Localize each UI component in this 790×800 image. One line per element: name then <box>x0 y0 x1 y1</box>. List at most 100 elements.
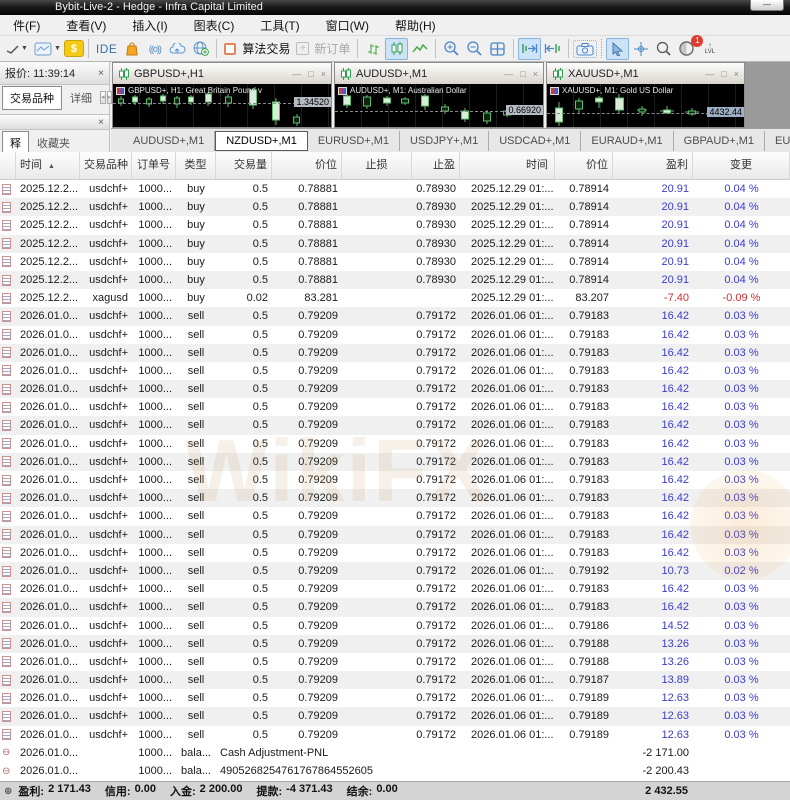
cloud-button[interactable] <box>166 38 189 60</box>
chart-window-xauusd[interactable]: XAUUSD+,M1 — □ × XAUUSD+, M1: Gold US Do… <box>546 62 745 128</box>
table-row[interactable]: 2026.01.0... usdchf+ 1000... sell 0.5 0.… <box>0 726 790 744</box>
header-order[interactable]: 订单号 <box>132 152 176 179</box>
menu-file[interactable]: 件(F) <box>0 15 53 36</box>
header-change[interactable]: 变更 <box>693 152 790 179</box>
expand-plus-icon[interactable]: ⊕ <box>4 786 12 797</box>
tile-windows-button[interactable] <box>486 38 509 60</box>
table-row[interactable]: 2026.01.0... usdchf+ 1000... sell 0.5 0.… <box>0 562 790 580</box>
tab-usdjpy[interactable]: USDJPY+,M1 <box>400 131 489 151</box>
header-open-time[interactable]: 时间▲ <box>16 152 80 179</box>
chart-plot[interactable]: AUDUSD+, M1: Australian Dollar 0.66920 <box>335 84 543 127</box>
bar-chart-button[interactable] <box>362 38 385 60</box>
line-chart-button[interactable] <box>408 38 431 60</box>
auto-scroll-button[interactable] <box>518 38 541 60</box>
chart-window-gbpusd[interactable]: GBPUSD+,H1 — □ × GBPUSD+, H1: Great Brit… <box>112 62 332 128</box>
tab-audusd[interactable]: AUDUSD+,M1 <box>123 131 215 151</box>
minimize-icon[interactable]: — <box>504 69 513 79</box>
tab-gbpaud[interactable]: GBPAUD+,M1 <box>674 131 765 151</box>
table-row[interactable]: 2026.01.0... usdchf+ 1000... sell 0.5 0.… <box>0 416 790 434</box>
community-button[interactable] <box>189 38 212 60</box>
minimize-icon[interactable]: — <box>705 69 714 79</box>
table-row[interactable]: 2026.01.0... usdchf+ 1000... sell 0.5 0.… <box>0 435 790 453</box>
table-row[interactable]: 2025.12.2... xagusd 1000... buy 0.02 83.… <box>0 289 790 307</box>
header-profit[interactable]: 盈利 <box>613 152 693 179</box>
tab-navigator-common[interactable]: 释 <box>2 131 29 155</box>
table-row[interactable]: 2025.12.2... usdchf+ 1000... buy 0.5 0.7… <box>0 253 790 271</box>
table-row[interactable]: 2025.12.2... usdchf+ 1000... buy 0.5 0.7… <box>0 235 790 253</box>
menu-help[interactable]: 帮助(H) <box>382 15 449 36</box>
chart-titlebar[interactable]: GBPUSD+,H1 — □ × <box>113 63 331 84</box>
notifications-button[interactable]: 1 <box>675 38 698 60</box>
table-row[interactable]: 2025.12.2... usdchf+ 1000... buy 0.5 0.7… <box>0 271 790 289</box>
table-row[interactable]: 2026.01.0... usdchf+ 1000... sell 0.5 0.… <box>0 526 790 544</box>
table-row[interactable]: 2026.01.0... usdchf+ 1000... sell 0.5 0.… <box>0 635 790 653</box>
screenshot-button[interactable] <box>573 40 597 58</box>
table-row[interactable]: 2026.01.0... usdchf+ 1000... sell 0.5 0.… <box>0 689 790 707</box>
ide-button[interactable]: IDE <box>93 38 121 60</box>
header-price[interactable]: 价位 <box>272 152 342 179</box>
chart-plot[interactable]: GBPUSD+, H1: Great Britain Pound v <box>113 84 331 127</box>
signal-button[interactable]: ((o)) <box>143 38 166 60</box>
table-row[interactable]: 2026.01.0... usdchf+ 1000... sell 0.5 0.… <box>0 307 790 325</box>
menu-window[interactable]: 窗口(W) <box>313 15 382 36</box>
scroll-left-icon[interactable]: ◂ <box>100 91 106 104</box>
cursor-button[interactable] <box>606 38 629 60</box>
header-stop-loss[interactable]: 止损 <box>342 152 412 179</box>
new-order-button[interactable]: + 新订单 <box>293 38 353 60</box>
candlestick-chart-button[interactable] <box>385 38 408 60</box>
chart-window-audusd[interactable]: AUDUSD+,M1 — □ × AUDUSD+, M1: Australian… <box>334 62 544 128</box>
window-minimize-button[interactable]: — <box>750 0 784 11</box>
header-symbol[interactable]: 交易品种 <box>80 152 132 179</box>
table-row[interactable]: 2026.01.0... usdchf+ 1000... sell 0.5 0.… <box>0 471 790 489</box>
chart-profile-dropdown[interactable]: ▼ <box>31 38 64 60</box>
menu-insert[interactable]: 插入(I) <box>119 15 180 36</box>
tab-eurnzd[interactable]: EURN <box>765 131 790 151</box>
balance-row[interactable]: ⊖ 2026.01.0... 1000... bala... Cash Adju… <box>0 744 790 763</box>
table-row[interactable]: 2026.01.0... usdchf+ 1000... sell 0.5 0.… <box>0 544 790 562</box>
zoom-in-button[interactable] <box>440 38 463 60</box>
crosshair-button[interactable] <box>629 38 652 60</box>
tab-nzdusd[interactable]: NZDUSD+,M1 <box>215 131 308 151</box>
table-row[interactable]: 2026.01.0... usdchf+ 1000... sell 0.5 0.… <box>0 489 790 507</box>
menu-charts[interactable]: 图表(C) <box>181 15 248 36</box>
chart-plot[interactable]: XAUUSD+, M1: Gold US Dollar 4432.44 <box>547 84 744 127</box>
close-icon[interactable]: × <box>321 69 326 79</box>
table-row[interactable]: 2026.01.0... usdchf+ 1000... sell 0.5 0.… <box>0 398 790 416</box>
tab-favorites[interactable]: 收藏夹 <box>30 132 77 154</box>
table-row[interactable]: 2026.01.0... usdchf+ 1000... sell 0.5 0.… <box>0 653 790 671</box>
table-row[interactable]: 2025.12.2... usdchf+ 1000... buy 0.5 0.7… <box>0 180 790 198</box>
close-icon[interactable]: × <box>734 69 739 79</box>
table-row[interactable]: 2026.01.0... usdchf+ 1000... sell 0.5 0.… <box>0 380 790 398</box>
header-type[interactable]: 类型 <box>176 152 216 179</box>
algo-trading-toggle[interactable]: 算法交易 <box>221 38 293 60</box>
table-row[interactable]: 2026.01.0... usdchf+ 1000... sell 0.5 0.… <box>0 344 790 362</box>
table-row[interactable]: 2026.01.0... usdchf+ 1000... sell 0.5 0.… <box>0 617 790 635</box>
header-take-profit[interactable]: 止盈 <box>412 152 460 179</box>
table-row[interactable]: 2025.12.2... usdchf+ 1000... buy 0.5 0.7… <box>0 216 790 234</box>
close-icon[interactable]: × <box>98 117 104 128</box>
tab-usdcad[interactable]: USDCAD+,M1 <box>489 131 581 151</box>
dollar-coin-button[interactable]: $ <box>64 40 84 57</box>
table-row[interactable]: 2025.12.2... usdchf+ 1000... buy 0.5 0.7… <box>0 198 790 216</box>
tab-euraud[interactable]: EURAUD+,M1 <box>581 131 673 151</box>
close-icon[interactable]: × <box>98 68 104 79</box>
market-button[interactable] <box>120 38 143 60</box>
table-row[interactable]: 2026.01.0... usdchf+ 1000... sell 0.5 0.… <box>0 580 790 598</box>
chart-titlebar[interactable]: XAUUSD+,M1 — □ × <box>547 63 744 84</box>
tab-eurusd[interactable]: EURUSD+,M1 <box>308 131 400 151</box>
table-row[interactable]: 2026.01.0... usdchf+ 1000... sell 0.5 0.… <box>0 507 790 525</box>
zoom-out-button[interactable] <box>463 38 486 60</box>
table-row[interactable]: 2026.01.0... usdchf+ 1000... sell 0.5 0.… <box>0 671 790 689</box>
header-close-price[interactable]: 价位 <box>555 152 613 179</box>
chart-shift-button[interactable] <box>541 38 564 60</box>
header-close-time[interactable]: 时间 <box>460 152 555 179</box>
table-row[interactable]: 2026.01.0... usdchf+ 1000... sell 0.5 0.… <box>0 453 790 471</box>
menu-tools[interactable]: 工具(T) <box>247 15 312 36</box>
line-style-dropdown[interactable]: ▼ <box>3 38 31 60</box>
balance-row[interactable]: ⊖ 2026.01.0... 1000... bala... 490526825… <box>0 762 790 781</box>
menu-view[interactable]: 查看(V) <box>53 15 119 36</box>
maximize-icon[interactable]: □ <box>721 69 726 79</box>
tab-symbols[interactable]: 交易品种 <box>2 86 62 110</box>
minimize-icon[interactable]: — <box>292 69 301 79</box>
table-row[interactable]: 2026.01.0... usdchf+ 1000... sell 0.5 0.… <box>0 362 790 380</box>
